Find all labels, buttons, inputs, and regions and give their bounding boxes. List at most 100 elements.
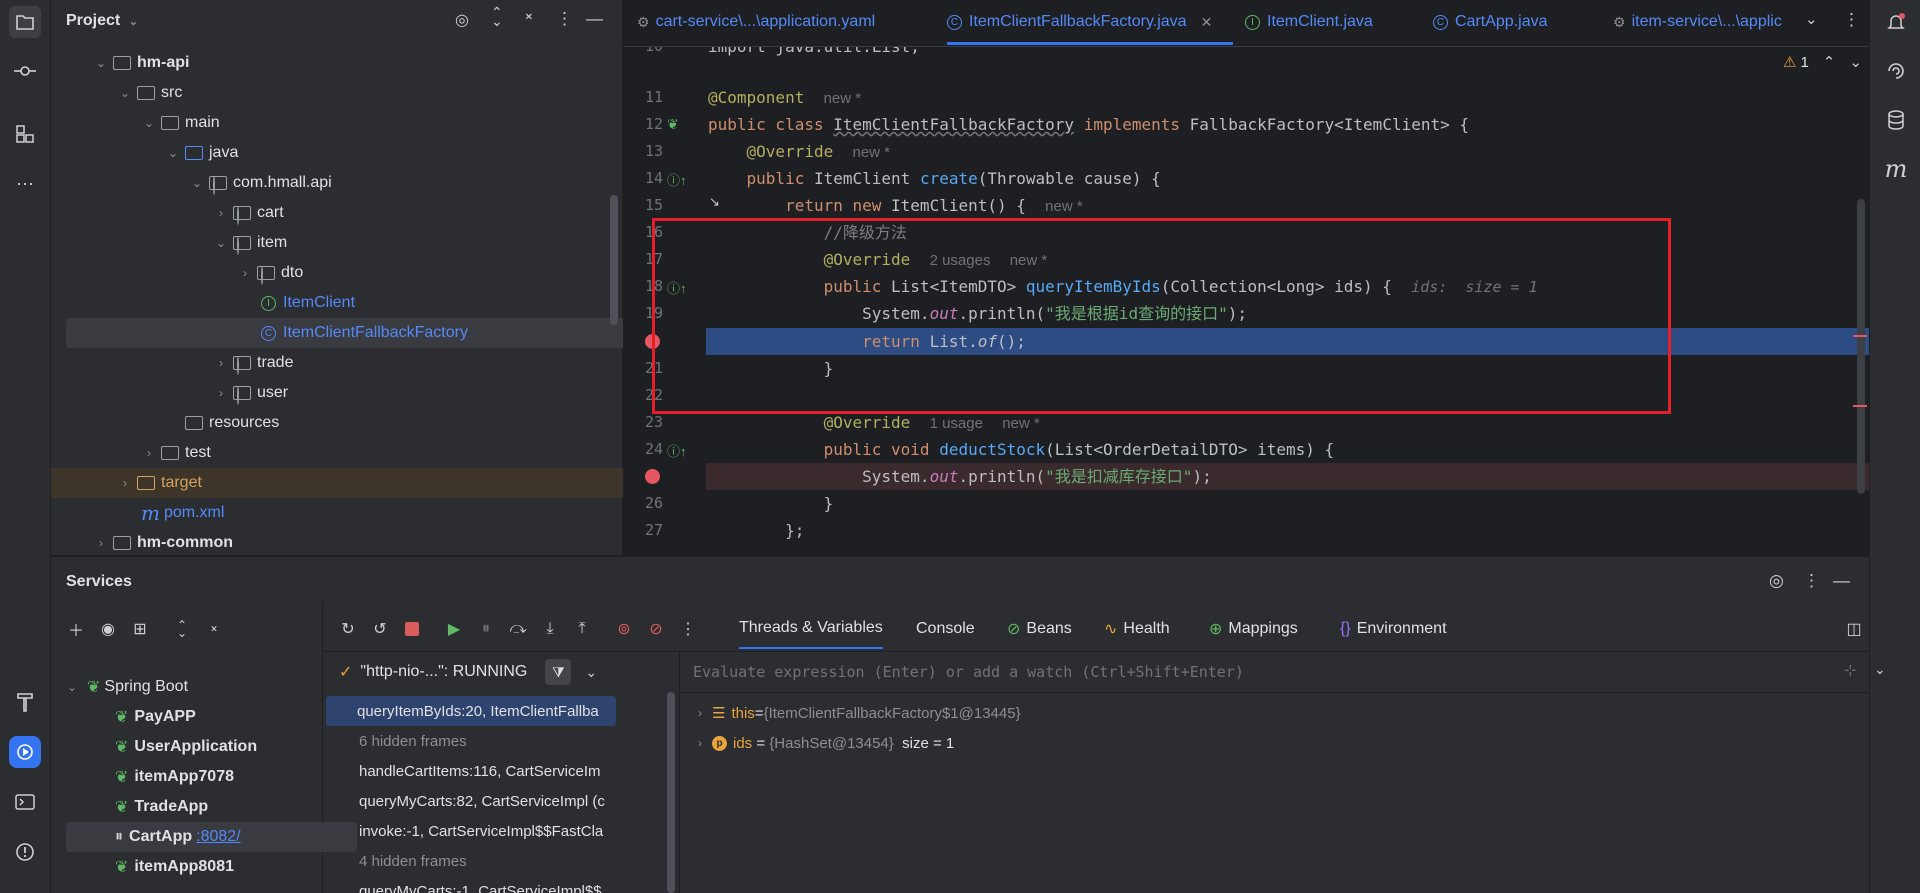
tree-item-src[interactable]: ⌄ src	[51, 78, 673, 108]
tab-environment[interactable]: {} Environment	[1340, 609, 1447, 649]
filter-icon[interactable]: ⧩	[545, 659, 572, 685]
eye-icon[interactable]: ◉	[97, 618, 119, 640]
notifications-bell-icon[interactable]	[1880, 6, 1912, 38]
collapse-all-icon[interactable]: ⌄ ⌃	[203, 618, 225, 640]
step-over-icon[interactable]: ⤼	[507, 618, 529, 640]
tree-item-main[interactable]: ⌄ main	[51, 108, 697, 138]
frame-item[interactable]: invoke:-1, CartServiceImpl$$FastCla	[323, 816, 623, 846]
rerun-icon[interactable]: ↻	[337, 618, 359, 640]
hide-panel-icon[interactable]: —	[1833, 571, 1850, 591]
spring-boot-group[interactable]: ⌄ ❦ Spring Boot	[51, 672, 324, 702]
spring-bean-gutter-icon[interactable]: ❦	[667, 116, 679, 133]
new-group-icon[interactable]: ⊞	[129, 618, 151, 640]
chevron-right-icon[interactable]: ›	[237, 266, 253, 280]
service-cartapp[interactable]: ⏸ CartApp :8082/	[66, 822, 357, 852]
chevron-down-icon[interactable]: ⌄	[585, 664, 597, 681]
build-hammer-icon[interactable]	[9, 686, 41, 718]
editor-scrollbar[interactable]	[1857, 199, 1865, 494]
more-actions-icon[interactable]: ⋮	[677, 618, 699, 640]
chevron-right-icon[interactable]: ›	[213, 356, 229, 370]
options-menu-icon[interactable]: ⋮	[556, 9, 573, 29]
structure-icon[interactable]	[9, 118, 41, 150]
commit-icon[interactable]	[9, 55, 41, 87]
chevron-right-icon[interactable]: ›	[141, 446, 157, 460]
frame-item-selected[interactable]: queryItemByIds:20, ItemClientFallba	[326, 696, 616, 726]
hidden-frames-row[interactable]: 4 hidden frames	[323, 846, 623, 876]
chevron-right-icon[interactable]: ›	[117, 476, 133, 490]
chevron-down-icon[interactable]: ⌄	[213, 236, 229, 250]
next-highlight-icon[interactable]: ⌄	[1849, 53, 1862, 71]
close-tab-icon[interactable]: ✕	[1201, 14, 1213, 31]
problems-icon[interactable]	[9, 836, 41, 868]
chevron-down-icon[interactable]: ⌄	[93, 56, 109, 70]
hidden-frames-row[interactable]: 6 hidden frames	[323, 726, 623, 756]
resume-icon[interactable]: ▶	[443, 618, 465, 640]
tab-list-chevron-icon[interactable]: ⌄	[1805, 10, 1818, 28]
tab-health[interactable]: ∿ Health	[1104, 609, 1170, 649]
project-folder-icon[interactable]	[9, 6, 41, 38]
add-service-icon[interactable]: ＋	[65, 618, 87, 640]
implements-gutter-icon[interactable]: ⓘ↑	[667, 441, 687, 460]
tab-console[interactable]: Console	[916, 609, 975, 649]
chevron-down-icon[interactable]: ⌄	[165, 146, 181, 160]
port-link[interactable]: :8082/	[196, 828, 240, 846]
tab-cartapp[interactable]: C CartApp.java	[1433, 0, 1548, 44]
chevron-down-icon[interactable]: ⌄	[189, 176, 205, 190]
chevron-down-icon[interactable]: ⌄	[141, 116, 157, 130]
options-menu-icon[interactable]: ⋮	[1803, 571, 1820, 591]
terminal-icon[interactable]	[9, 786, 41, 818]
tree-item-java[interactable]: ⌄ java	[51, 138, 721, 168]
frame-item[interactable]: handleCartItems:116, CartServiceIm	[323, 756, 623, 786]
tree-item-hm-api[interactable]: ⌄ hm-api	[51, 48, 649, 78]
view-breakpoints-icon[interactable]: ⊚	[613, 618, 635, 640]
project-panel-title[interactable]: Project ⌄	[66, 12, 138, 30]
rerun-debug-icon[interactable]: ↺	[369, 618, 391, 640]
chevron-right-icon[interactable]: ›	[93, 536, 109, 550]
locate-icon[interactable]: ◎	[455, 10, 469, 30]
step-into-icon[interactable]: ⤓	[539, 618, 561, 640]
breakpoint-icon[interactable]	[645, 469, 660, 484]
locate-icon[interactable]: ◎	[1769, 571, 1784, 591]
tab-itemclientfallbackfactory[interactable]: C ItemClientFallbackFactory.java ✕	[947, 0, 1212, 44]
chevron-right-icon[interactable]: ›	[213, 206, 229, 220]
chevron-right-icon[interactable]: ›	[213, 386, 229, 400]
chevron-right-icon[interactable]: ›	[698, 736, 702, 750]
inspection-widget[interactable]: ⚠ 1 ⌃ ⌄	[1783, 53, 1862, 72]
tree-item-pom-xml[interactable]: m pom.xml	[51, 498, 693, 528]
step-out-icon[interactable]: ⤒	[571, 618, 593, 640]
tree-item-hm-common[interactable]: › hm-common	[51, 528, 649, 558]
chevron-down-icon[interactable]: ⌄	[117, 86, 133, 100]
database-icon[interactable]	[1880, 104, 1912, 136]
evaluate-expression-field[interactable]: Evaluate expression (Enter) or add a wat…	[680, 652, 1886, 693]
chevron-down-icon[interactable]: ⌄	[1874, 661, 1886, 678]
previous-highlight-icon[interactable]: ⌃	[1823, 53, 1836, 71]
tree-item-test[interactable]: › test	[51, 438, 697, 468]
tab-cart-application-yaml[interactable]: ⚙ cart-service\...\application.yaml	[637, 0, 875, 44]
frame-item[interactable]: queryMyCarts:-1, CartServiceImpl$$	[323, 876, 623, 893]
tab-item-application-yaml[interactable]: ⚙ item-service\...\applic	[1613, 0, 1782, 44]
ai-assistant-icon[interactable]	[1880, 55, 1912, 87]
code-editor[interactable]: 10 import java.util.List; 11 @Component …	[623, 47, 1869, 555]
tree-item-target[interactable]: › target	[51, 468, 688, 498]
tab-beans[interactable]: ⊘ Beans	[1007, 609, 1072, 649]
chevron-down-icon[interactable]: ⌄	[129, 16, 138, 28]
tab-itemclient[interactable]: I ItemClient.java	[1245, 0, 1373, 44]
maven-icon[interactable]: m	[1880, 153, 1912, 185]
frame-item[interactable]: queryMyCarts:82, CartServiceImpl (c	[323, 786, 623, 816]
hide-panel-icon[interactable]: —	[586, 9, 603, 29]
tree-scrollbar[interactable]	[610, 195, 618, 325]
frames-scrollbar[interactable]	[667, 692, 675, 893]
layout-settings-icon[interactable]: ◫	[1843, 618, 1865, 640]
chevron-right-icon[interactable]: ›	[698, 706, 702, 720]
more-tools-icon[interactable]: ⋯	[9, 168, 41, 200]
tab-options-icon[interactable]: ⋮	[1843, 10, 1860, 30]
mute-breakpoints-icon[interactable]: ⊘	[645, 618, 667, 640]
implements-gutter-icon[interactable]: ⓘ↑	[667, 170, 687, 189]
expand-all-icon[interactable]: ⌃ ⌄	[171, 618, 193, 640]
variable-row-ids[interactable]: › p ids = {HashSet@13454} size = 1	[680, 728, 954, 758]
tab-threads-variables[interactable]: Threads & Variables	[739, 609, 883, 649]
pause-icon[interactable]: ⏸	[475, 618, 497, 640]
add-watch-icon[interactable]: ⊹	[1844, 661, 1857, 679]
collapse-all-icon[interactable]: ⌄ ⌃	[523, 5, 535, 28]
thread-selector[interactable]: ✓ "http-nio-...": RUNNING ⧩ ⌄	[323, 652, 679, 692]
